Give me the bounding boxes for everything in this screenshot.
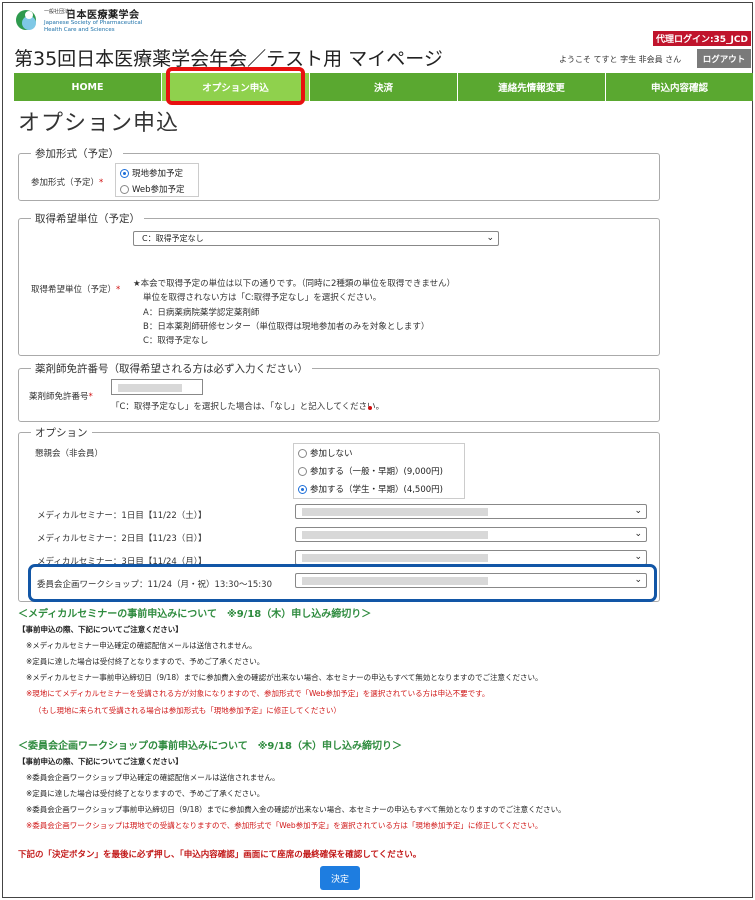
workshop-info-warning: ※委員会企画ワークショップは現地での受講となりますので、参加形式で「Web参加予… [26,821,543,830]
required-mark: * [88,392,93,402]
workshop-info-line: ※委員会企画ワークショップ事前申込締切日（9/18）までに参加費入金の確認が出来… [26,805,566,814]
logo-english-line1: Japanese Society of Pharmaceutical [44,20,143,26]
chevron-down-icon: ⌄ [486,233,494,243]
medical-info-title: ＜メディカルセミナーの事前申込みについて ※9/18（木）申し込み締切り＞ [18,609,372,620]
license-note: 「C：取得予定なし」を選択した場合は、「なし」と記入してください。 [111,402,385,412]
nav-application-confirm[interactable]: 申込内容確認 [606,73,753,101]
credit-note: 単位を取得されない方は「C:取得予定なし」を選択ください。 [143,293,382,303]
workshop-highlight-box [28,564,657,602]
party-radio-group: 参加しない 参加する（一般・早期）(9,000円) 参加する（学生・早期）(4,… [293,443,465,499]
medical-info-line: ※メディカルセミナー事前申込締切日（9/18）までに参加費入金の確認が出来ない場… [26,673,543,682]
credit-option-a: A：日病薬病院薬学認定薬剤師 [143,308,260,318]
medical-info-warning: ※現地にてメディカルセミナーを受講される方が対象になりますので、参加形式で「We… [26,689,490,698]
radio-selected-icon[interactable] [298,484,307,494]
party-option-student[interactable]: 参加する（学生・早期）(4,500円) [298,483,443,495]
credit-label: 取得希望単位（予定） [31,285,117,295]
seminar-day3-select[interactable]: ⌄ [295,550,647,565]
chevron-down-icon: ⌄ [634,529,642,539]
participation-option-web[interactable]: Web参加予定 [120,183,185,195]
workshop-info-line: ※委員会企画ワークショップ申込確定の確認配信メールは送信されません。 [26,773,280,782]
nav-payment[interactable]: 決済 [310,73,458,101]
credit-option-c: C：取得予定なし [143,336,209,346]
main-nav: HOME オプション申込 決済 連絡先情報変更 申込内容確認 [14,73,753,101]
medical-info-warning: （もし現地に来られて受講される場合は参加形式も「現地参加予定」に修正してください… [34,706,341,715]
medical-info-line: ※メディカルセミナー申込確定の確認配信メールは送信されません。 [26,641,257,650]
seminar-day2-select[interactable]: ⌄ [295,527,647,542]
nav-home[interactable]: HOME [14,73,162,101]
radio-selected-icon[interactable] [120,168,129,178]
section-heading: オプション申込 [18,111,180,136]
party-option-none[interactable]: 参加しない [298,447,353,459]
radio-icon[interactable] [298,466,307,476]
radio-icon[interactable] [120,184,129,194]
party-label: 懇親会（非会員） [35,449,104,459]
medical-info-subtitle: 【事前申込の際、下記についてご注意ください】 [18,625,183,634]
logo-name: 日本医療薬学会 [66,10,140,21]
party-option-general[interactable]: 参加する（一般・早期）(9,000円) [298,465,443,477]
logo-english-line2: Health Care and Sciences [44,27,115,33]
participation-option-onsite[interactable]: 現地参加予定 [120,167,183,179]
nav-contact-change[interactable]: 連絡先情報変更 [458,73,606,101]
credit-note: ★本会で取得予定の単位は以下の通りです。（同時に2種類の単位を取得できません） [133,279,456,289]
license-number-input[interactable] [111,379,203,395]
nav-highlight-box [166,67,305,105]
participation-fieldset: 参加形式（予定） 参加形式（予定）* 現地参加予定 Web参加予定 [18,146,660,201]
participation-label: 参加形式（予定） [31,178,100,188]
cursor-dot [368,406,372,410]
proxy-login-badge: 代理ログイン:35_JCD [652,31,751,46]
workshop-info-title: ＜委員会企画ワークショップの事前申込みについて ※9/18（木）申し込み締切り＞ [18,741,402,752]
required-mark: * [99,178,104,188]
seminar-day1-label: メディカルセミナー：1日目【11/22（土）】 [37,511,207,521]
license-label: 薬剤師免許番号 [29,392,89,402]
participation-legend: 参加形式（予定） [31,146,123,161]
license-fieldset: 薬剤師免許番号（取得希望される方は必ず入力ください） 薬剤師免許番号* 「C：取… [18,361,660,422]
workshop-info-subtitle: 【事前申込の際、下記についてご注意ください】 [18,757,183,766]
logo-mark-icon [14,8,40,34]
credit-option-b: B：日本薬剤師研修センター（単位取得は現地参加者のみを対象とします） [143,322,430,332]
options-legend: オプション [31,425,92,440]
medical-info-line: ※定員に達した場合は受付終了となりますので、予めご了承ください。 [26,657,265,666]
credit-fieldset: 取得希望単位（予定） C：取得予定なし ⌄ 取得希望単位（予定）* ★本会で取得… [18,211,660,356]
workshop-info-line: ※定員に達した場合は受付終了となりますので、予めご了承ください。 [26,789,265,798]
final-note: 下記の「決定ボタン」を最後に必ず押し、「申込内容確認」画面にて座席の最終確保を確… [18,850,422,860]
logout-button[interactable]: ログアウト [697,49,751,68]
credit-legend: 取得希望単位（予定） [31,211,144,226]
welcome-text: ようこそ てすと 字生 非会員 さん [559,55,682,64]
required-mark: * [116,285,121,295]
society-logo[interactable]: 一般社団法人 日本医療薬学会 Japanese Society of Pharm… [14,8,174,38]
credit-select[interactable]: C：取得予定なし ⌄ [133,231,499,246]
radio-icon[interactable] [298,448,307,458]
seminar-day2-label: メディカルセミナー：2日目【11/23（日）】 [37,534,207,544]
seminar-day1-select[interactable]: ⌄ [295,504,647,519]
participation-radio-group: 現地参加予定 Web参加予定 [115,163,199,197]
submit-button[interactable]: 決定 [320,866,360,890]
chevron-down-icon: ⌄ [634,552,642,562]
license-legend: 薬剤師免許番号（取得希望される方は必ず入力ください） [31,361,312,376]
chevron-down-icon: ⌄ [634,506,642,516]
